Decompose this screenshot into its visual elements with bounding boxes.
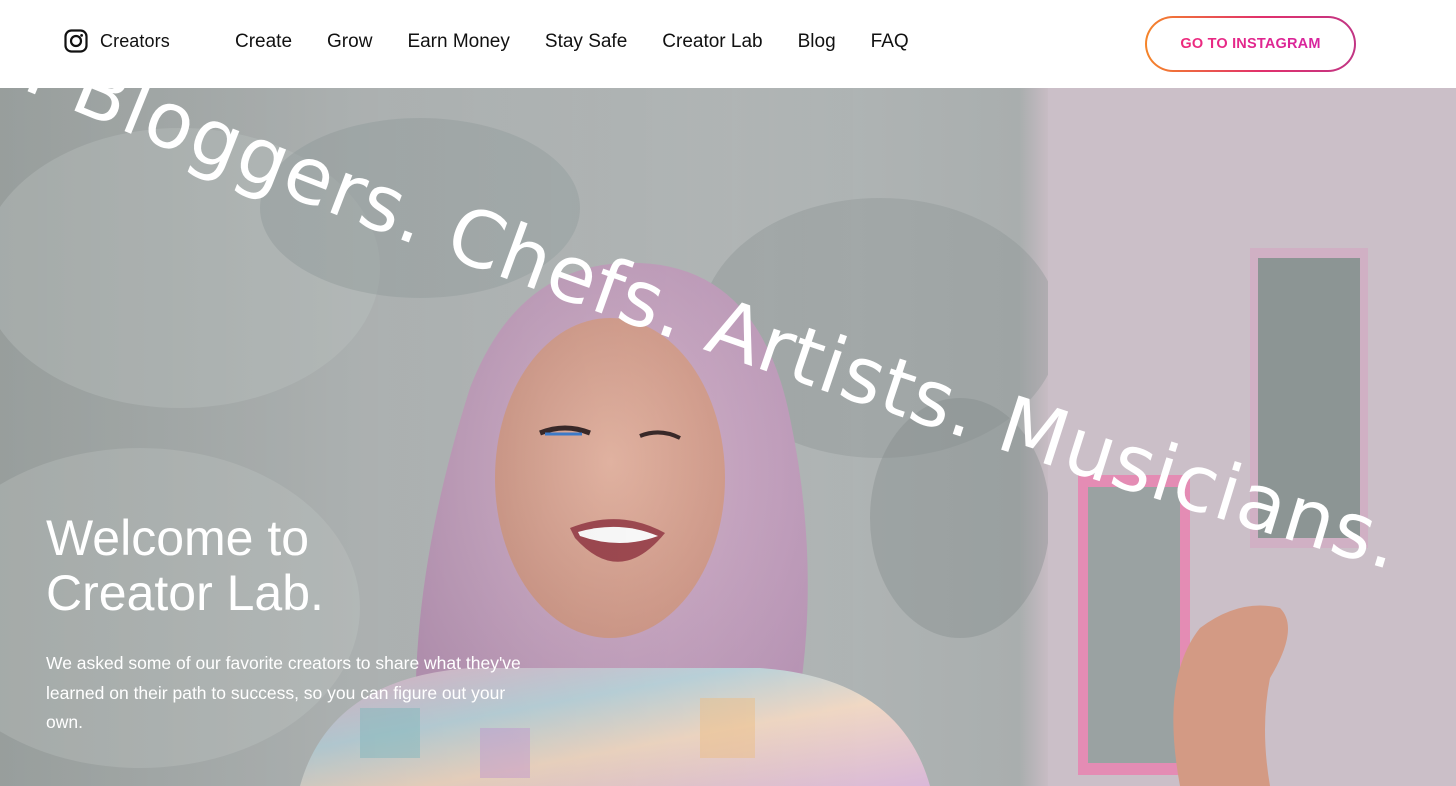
- go-to-instagram-label: GO TO INSTAGRAM: [1180, 36, 1321, 52]
- instagram-icon: [64, 29, 88, 53]
- nav-item-earn-money[interactable]: Earn Money: [407, 31, 509, 53]
- hero-title-line-2: Creator Lab.: [46, 565, 324, 621]
- nav-item-blog[interactable]: Blog: [798, 31, 836, 53]
- site-header: Creators Create Grow Earn Money Stay Saf…: [0, 0, 1456, 88]
- hero-description: We asked some of our favorite creators t…: [46, 653, 521, 732]
- nav-item-grow[interactable]: Grow: [327, 31, 372, 53]
- go-to-instagram-button-inner: GO TO INSTAGRAM: [1147, 18, 1354, 70]
- brand-home-link[interactable]: Creators: [64, 28, 170, 54]
- brand-label: Creators: [100, 30, 170, 51]
- hero-title: Welcome to Creator Lab.: [46, 511, 324, 621]
- main-nav: Create Grow Earn Money Stay Safe Creator…: [235, 31, 944, 53]
- nav-item-creator-lab[interactable]: Creator Lab: [662, 31, 762, 53]
- nav-item-stay-safe[interactable]: Stay Safe: [545, 31, 627, 53]
- nav-item-faq[interactable]: FAQ: [871, 31, 909, 53]
- nav-item-create[interactable]: Create: [235, 31, 292, 53]
- hero-section: . Bloggers. Chefs. Artists. Musicians. W…: [0, 88, 1456, 786]
- go-to-instagram-button[interactable]: GO TO INSTAGRAM: [1145, 16, 1356, 72]
- hero-title-line-1: Welcome to: [46, 510, 310, 566]
